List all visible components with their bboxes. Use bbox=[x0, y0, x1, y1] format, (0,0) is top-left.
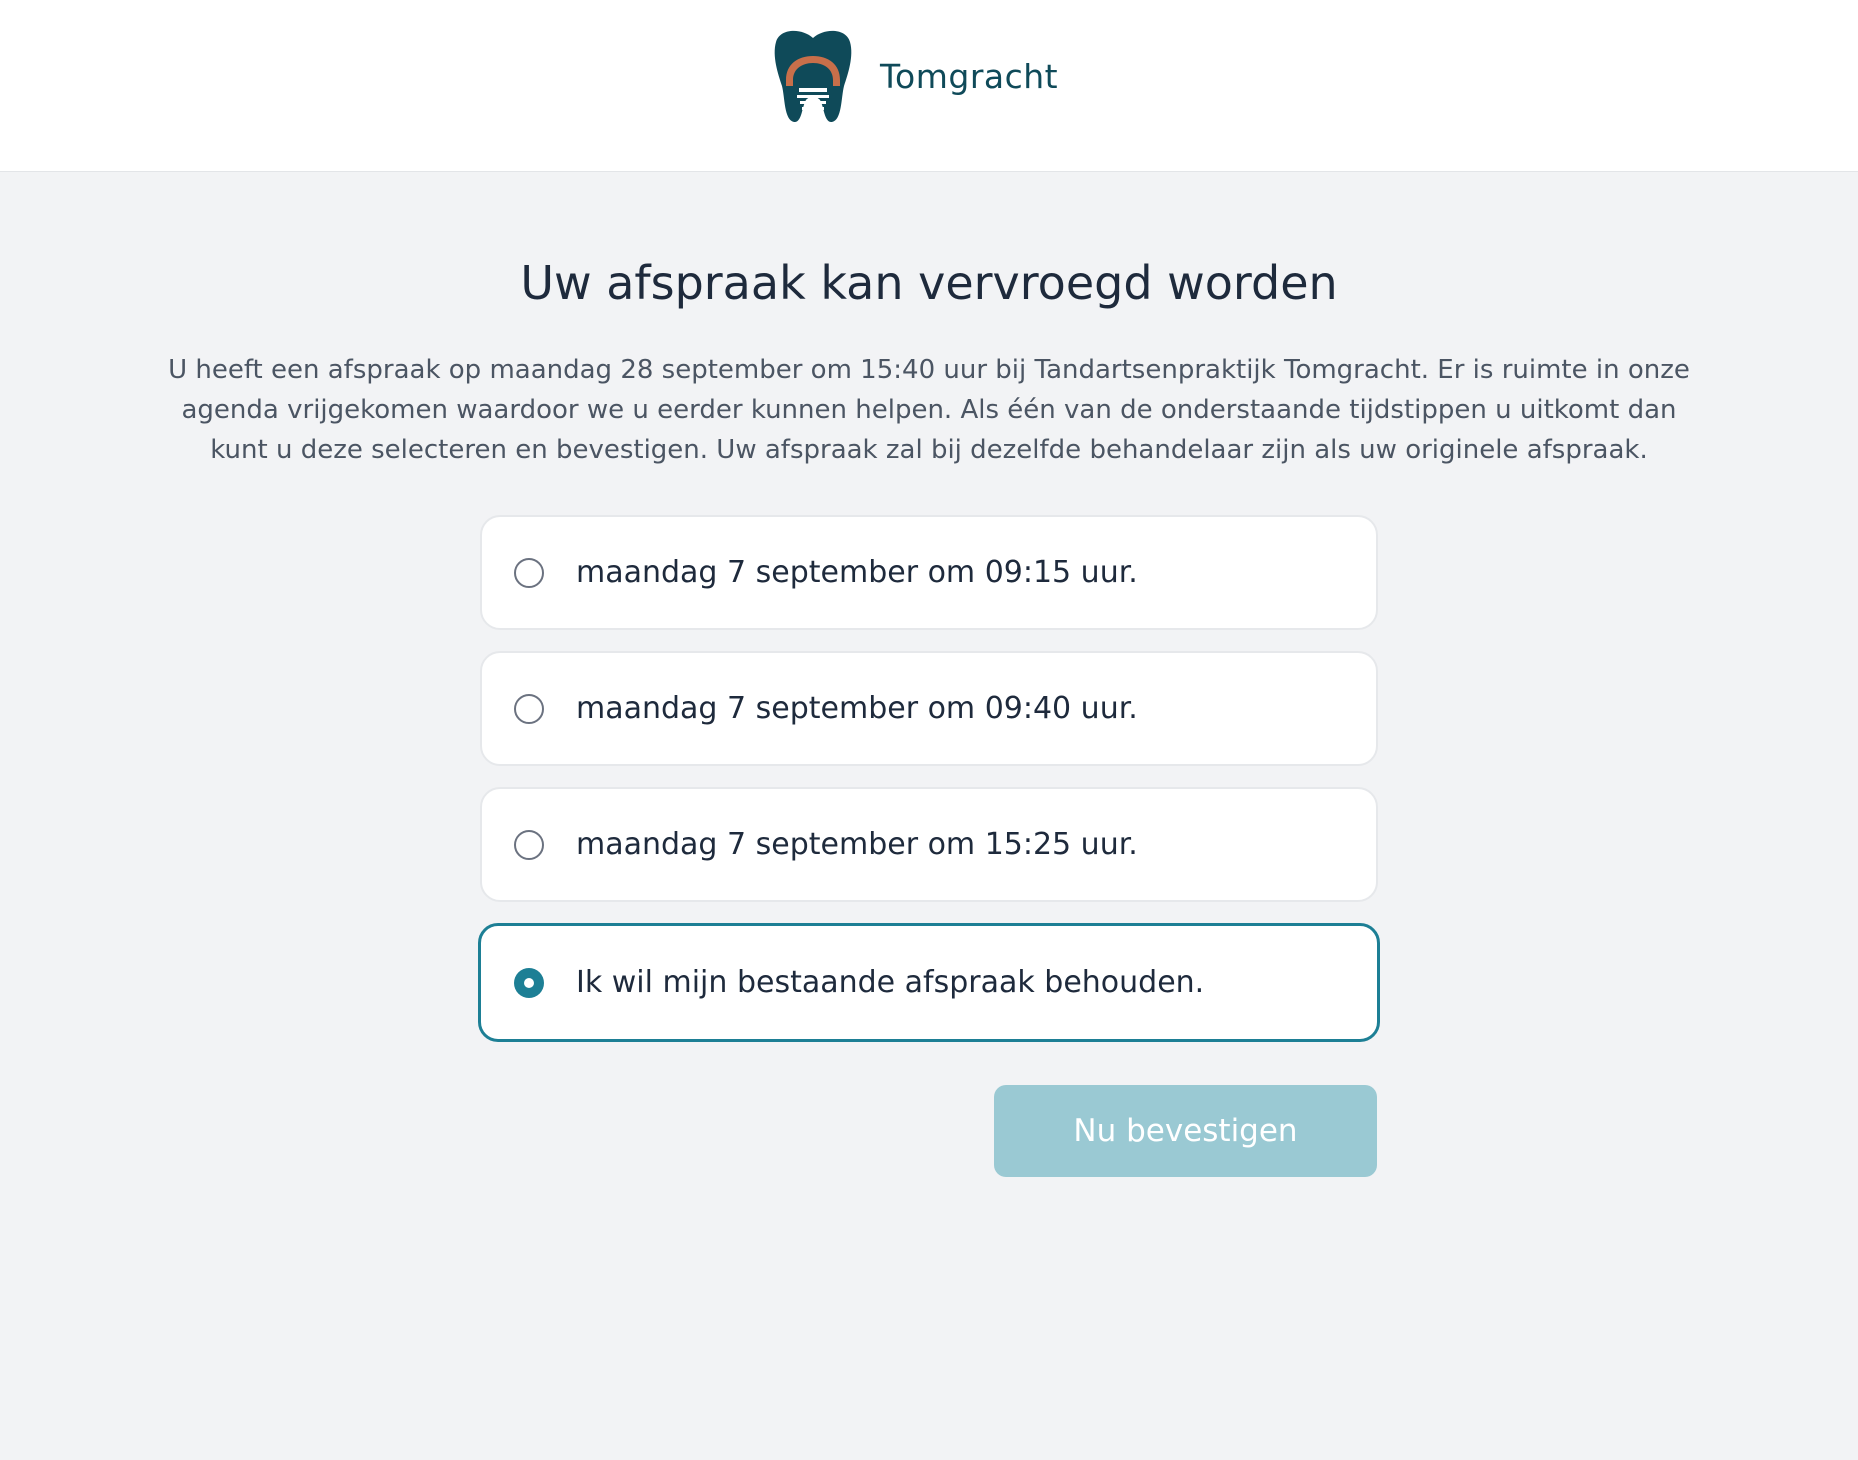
option-label: maandag 7 september om 09:15 uur. bbox=[576, 555, 1138, 590]
brand-name: Tomgracht bbox=[880, 56, 1059, 96]
option-label: maandag 7 september om 09:40 uur. bbox=[576, 691, 1138, 726]
radio-button[interactable] bbox=[514, 693, 544, 724]
site-header: Tomgracht bbox=[0, 0, 1858, 172]
brand[interactable]: Tomgracht bbox=[772, 28, 1058, 124]
radio-button[interactable] bbox=[514, 557, 544, 588]
option-card-1[interactable]: maandag 7 september om 09:15 uur. bbox=[480, 515, 1378, 630]
option-card-keep-existing[interactable]: Ik wil mijn bestaande afspraak behouden. bbox=[478, 923, 1380, 1042]
option-card-3[interactable]: maandag 7 september om 15:25 uur. bbox=[480, 787, 1378, 902]
intro-text: U heeft een afspraak op maandag 28 septe… bbox=[168, 355, 1690, 465]
option-label: maandag 7 september om 15:25 uur. bbox=[576, 827, 1138, 862]
option-card-2[interactable]: maandag 7 september om 09:40 uur. bbox=[480, 651, 1378, 766]
main-content: Uw afspraak kan vervroegd worden U heeft… bbox=[0, 172, 1858, 1460]
page-title: Uw afspraak kan vervroegd worden bbox=[520, 256, 1338, 310]
option-label: Ik wil mijn bestaande afspraak behouden. bbox=[576, 965, 1205, 1000]
appointment-options: maandag 7 september om 09:15 uur. maanda… bbox=[478, 515, 1380, 1063]
radio-button[interactable] bbox=[514, 829, 544, 860]
confirm-button[interactable]: Nu bevestigen bbox=[994, 1085, 1377, 1177]
tooth-icon bbox=[774, 30, 852, 123]
radio-button-selected[interactable] bbox=[514, 967, 544, 998]
